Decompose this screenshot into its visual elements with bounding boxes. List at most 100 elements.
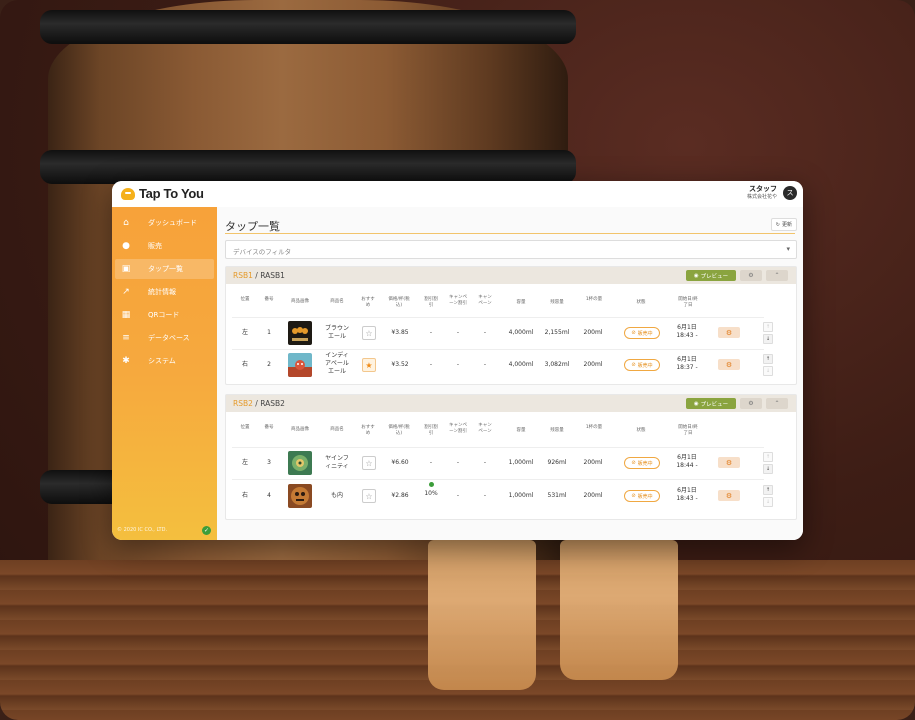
section-device-id[interactable]: RSB2 <box>233 399 253 408</box>
device-filter-select[interactable]: デバイスのフィルタ ▾ <box>225 240 797 259</box>
sidebar-item-database[interactable]: ≡ データベース <box>115 328 214 348</box>
sidebar-item-label: 統計情報 <box>148 288 176 296</box>
cell-per-cup: 200ml <box>583 361 603 368</box>
preview-label: プレビュー <box>700 401 729 408</box>
home-icon: ⌂ <box>123 218 129 228</box>
cell-campaign-discount: - <box>456 459 460 466</box>
gear-icon: ⚙ <box>725 328 733 337</box>
filter-placeholder: デバイスのフィルタ <box>233 248 292 256</box>
section-title: RSB1 / RASB1 <box>233 271 285 280</box>
status-label: 販売中 <box>637 460 653 467</box>
refresh-button[interactable]: ↻ 更新 <box>770 218 797 231</box>
row-settings-button[interactable]: ⚙ <box>718 359 740 370</box>
user-menu[interactable]: スタッフ 株式会社花や ス <box>747 185 797 201</box>
cell-time: 18:44 - <box>676 462 698 469</box>
star-outline-icon[interactable]: ☆ <box>362 489 376 503</box>
star-outline-icon[interactable]: ☆ <box>362 456 376 470</box>
sidebar-item-taps[interactable]: ▣ タップ一覧 <box>115 259 214 279</box>
collapse-button[interactable]: ⌃ <box>766 398 788 409</box>
move-up-button[interactable]: ↑ <box>763 322 773 332</box>
move-down-button[interactable]: ↓ <box>763 497 773 507</box>
product-thumbnail-ipa <box>288 353 312 377</box>
status-label: 販売中 <box>637 330 653 337</box>
cell-capacity: 1,000ml <box>508 492 534 499</box>
column-header: 容量 <box>516 300 526 305</box>
section-header: RSB2 / RASB2 ◉ プレビュー ⚙ ⌃ <box>226 395 796 412</box>
status-badge[interactable]: ⊘ 販売中 <box>624 490 660 502</box>
row-settings-button[interactable]: ⚙ <box>718 490 740 501</box>
table-row[interactable]: 右 2 インディアペールエール ★ ¥3.52 - - - 4,000ml 3,… <box>226 350 796 380</box>
row-settings-button[interactable]: ⚙ <box>718 457 740 468</box>
cell-capacity: 4,000ml <box>508 329 534 336</box>
section-settings-button[interactable]: ⚙ <box>740 398 762 409</box>
column-header: 商品名 <box>330 299 344 304</box>
cell-position: 左 <box>241 329 248 336</box>
section-device-name: RASB1 <box>260 271 285 280</box>
move-up-button[interactable]: ↑ <box>763 485 773 495</box>
sidebar-item-stats[interactable]: ↗ 統計情報 <box>115 282 214 302</box>
gear-icon: ⚙ <box>748 272 754 279</box>
cell-campaign: - <box>483 492 487 499</box>
qr-icon: ▦ <box>121 310 131 320</box>
status-label: 販売中 <box>637 493 653 500</box>
logo[interactable]: Tap To You <box>121 186 204 201</box>
cell-product-name: も内 <box>330 492 343 499</box>
table-row[interactable]: 左 3 ヤインフィニティ ☆ ¥6.60 - - - 1,000ml 926ml… <box>226 448 796 478</box>
cell-per-cup: 200ml <box>583 329 603 336</box>
cell-product-name: ヤインフィニティ <box>325 455 349 470</box>
sidebar-item-system[interactable]: ✱ システム <box>115 351 214 371</box>
row-settings-button[interactable]: ⚙ <box>718 327 740 338</box>
sidebar-item-dashboard[interactable]: ⌂ ダッシュボード <box>115 213 214 233</box>
avatar[interactable]: ス <box>783 186 797 200</box>
check-circle-icon: ⊘ <box>631 493 636 499</box>
column-header: 残容量 <box>550 428 564 433</box>
column-header: 状態 <box>636 428 646 433</box>
table-row[interactable]: 右 4 も内 ☆ ¥2.86 10% - - 1,000ml 531ml 200… <box>226 480 796 512</box>
column-header: キャンペーン割引 <box>449 295 467 306</box>
column-header: 状態 <box>636 300 646 305</box>
check-circle-icon: ⊘ <box>631 362 636 368</box>
sidebar-item-qr[interactable]: ▦ QRコード <box>115 305 214 325</box>
preview-button[interactable]: ◉ プレビュー <box>686 270 736 281</box>
sidebar-item-sales[interactable]: ● 販売 <box>115 236 214 256</box>
gear-icon: ⚙ <box>725 458 733 467</box>
sidebar-item-label: 販売 <box>148 242 162 250</box>
beer-glass <box>560 540 678 680</box>
move-down-button[interactable]: ↓ <box>763 464 773 474</box>
cell-number: 2 <box>267 361 271 368</box>
column-header: 価格/杯(税込) <box>388 425 410 436</box>
table-row[interactable]: 左 1 ブラウンエール ☆ ¥3.85 - - - 4,000ml 2,155m… <box>226 318 796 348</box>
product-thumbnail-infinity <box>288 451 312 475</box>
status-badge[interactable]: ⊘ 販売中 <box>624 327 660 339</box>
cell-per-cup: 200ml <box>583 492 603 499</box>
section-device-id[interactable]: RSB1 <box>233 271 253 280</box>
column-header: 開始日/終了日 <box>678 425 698 436</box>
move-up-button[interactable]: ↑ <box>763 354 773 364</box>
reorder-controls: ↑ ↓ <box>763 452 773 474</box>
discount-value: 10% <box>424 490 438 497</box>
column-header: 価格/杯(税込) <box>388 297 410 308</box>
star-filled-icon[interactable]: ★ <box>362 358 376 372</box>
move-down-button[interactable]: ↓ <box>763 366 773 376</box>
chevron-up-icon: ⌃ <box>774 400 780 407</box>
star-outline-icon[interactable]: ☆ <box>362 326 376 340</box>
column-header: キャンペーン <box>478 295 492 306</box>
status-badge[interactable]: ⊘ 販売中 <box>624 359 660 371</box>
move-up-button[interactable]: ↑ <box>763 452 773 462</box>
column-header: キャンペーン <box>478 423 492 434</box>
section-settings-button[interactable]: ⚙ <box>740 270 762 281</box>
collapse-button[interactable]: ⌃ <box>766 270 788 281</box>
cell-capacity: 4,000ml <box>508 361 534 368</box>
cell-remaining: 926ml <box>547 459 567 466</box>
reorder-controls: ↑ ↓ <box>763 322 773 344</box>
check-circle-icon: ⊘ <box>631 330 636 336</box>
copyright: © 2020 IC CO., LTD. <box>117 527 168 533</box>
barrel-hoop <box>40 10 576 44</box>
preview-button[interactable]: ◉ プレビュー <box>686 398 736 409</box>
cell-discount: - <box>429 329 433 336</box>
active-dot-icon <box>428 482 434 487</box>
status-badge[interactable]: ⊘ 販売中 <box>624 457 660 469</box>
cell-remaining: 3,082ml <box>544 361 570 368</box>
move-down-button[interactable]: ↓ <box>763 334 773 344</box>
column-header: 割引割引 <box>424 297 438 308</box>
